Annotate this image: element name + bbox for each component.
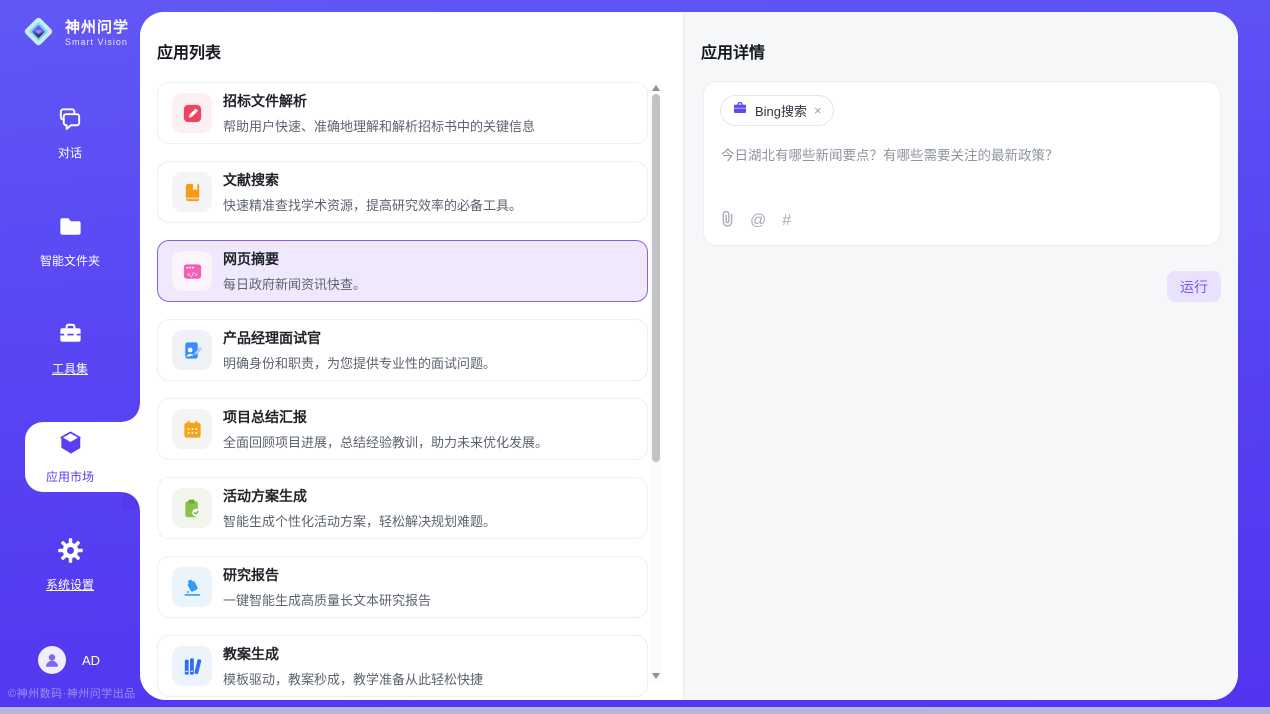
sidebar-item-toolset[interactable]: 工具集 xyxy=(0,314,140,384)
list-scrollbar[interactable] xyxy=(650,82,661,682)
app-name: 研究报告 xyxy=(223,565,431,585)
diamond-logo-icon xyxy=(20,13,57,55)
books-icon xyxy=(172,646,212,686)
bubble-curve-bottom xyxy=(122,492,140,510)
cube-icon xyxy=(57,429,84,461)
gear-icon xyxy=(57,537,84,569)
app-card-pm-interviewer[interactable]: 产品经理面试官 明确身份和职责，为您提供专业性的面试问题。 xyxy=(157,319,648,381)
main-panel: 应用列表 招标文件解析 帮助用户快速、准确地理解和解析招标书中的关键信息 xyxy=(140,12,1238,700)
hash-icon[interactable]: # xyxy=(782,212,791,230)
app-detail-title: 应用详情 xyxy=(701,39,765,63)
app-list-title: 应用列表 xyxy=(157,39,221,63)
brand-logo: 神州问学 Smart Vision xyxy=(20,13,129,55)
app-desc: 模板驱动，教案秒成，教学准备从此轻松快捷 xyxy=(223,669,483,688)
app-card-literature-search[interactable]: 文献搜索 快速精准查找学术资源，提高研究效率的必备工具。 xyxy=(157,161,648,223)
chat-icon xyxy=(57,105,84,137)
webpage-code-icon: </> xyxy=(172,251,212,291)
app-desc: 快速精准查找学术资源，提高研究效率的必备工具。 xyxy=(223,195,522,214)
sidebar: 神州问学 Smart Vision 对话 智能文件夹 xyxy=(0,0,140,707)
app-name: 教案生成 xyxy=(223,644,483,664)
scrollbar-thumb[interactable] xyxy=(652,94,660,462)
interviewer-icon xyxy=(172,330,212,370)
mention-icon[interactable]: @ xyxy=(750,212,766,230)
folder-icon xyxy=(57,213,84,245)
briefcase-icon xyxy=(732,100,748,121)
prompt-card: Bing搜索 × 今日湖北有哪些新闻要点？有哪些需要关注的最新政策？ @ # xyxy=(703,81,1221,246)
sidebar-item-label: 系统设置 xyxy=(46,576,94,593)
clipboard-check-icon xyxy=(172,488,212,528)
prompt-input[interactable]: 今日湖北有哪些新闻要点？有哪些需要关注的最新政策？ xyxy=(721,144,1204,164)
app-name: 招标文件解析 xyxy=(223,91,535,111)
app-card-bid-analysis[interactable]: 招标文件解析 帮助用户快速、准确地理解和解析招标书中的关键信息 xyxy=(157,82,648,144)
sidebar-item-label: 智能文件夹 xyxy=(40,252,100,269)
app-list: 招标文件解析 帮助用户快速、准确地理解和解析招标书中的关键信息 文献搜索 快速精… xyxy=(157,82,648,700)
sidebar-item-label: 应用市场 xyxy=(46,468,94,485)
app-card-research-report[interactable]: 研究报告 一键智能生成高质量长文本研究报告 xyxy=(157,556,648,618)
app-desc: 智能生成个性化活动方案，轻松解决规划难题。 xyxy=(223,511,496,530)
window-bottom-edge xyxy=(0,707,1270,714)
app-desc: 一键智能生成高质量长文本研究报告 xyxy=(223,590,431,609)
user-initials: AD xyxy=(82,653,100,668)
scroll-down-icon[interactable] xyxy=(652,673,660,679)
app-desc: 帮助用户快速、准确地理解和解析招标书中的关键信息 xyxy=(223,116,535,135)
tool-chip-bing-search[interactable]: Bing搜索 × xyxy=(720,95,834,126)
app-desc: 全面回顾项目进展，总结经验教训，助力未来优化发展。 xyxy=(223,432,548,451)
app-card-webpage-summary[interactable]: </> 网页摘要 每日政府新闻资讯快查。 xyxy=(157,240,648,302)
sidebar-item-chat[interactable]: 对话 xyxy=(0,98,140,168)
user-account[interactable]: AD xyxy=(38,646,100,674)
toolbox-icon xyxy=(57,321,84,353)
scroll-up-icon[interactable] xyxy=(652,85,660,91)
brand-title: 神州问学 xyxy=(65,20,129,37)
app-name: 活动方案生成 xyxy=(223,486,496,506)
calendar-icon xyxy=(172,409,212,449)
app-name: 文献搜索 xyxy=(223,170,522,190)
ink-bottle-icon xyxy=(172,567,212,607)
run-button[interactable]: 运行 xyxy=(1167,271,1221,302)
edit-document-icon xyxy=(172,93,212,133)
prompt-toolbar: @ # xyxy=(721,210,791,232)
app-card-project-summary[interactable]: 项目总结汇报 全面回顾项目进展，总结经验教训，助力未来优化发展。 xyxy=(157,398,648,460)
close-icon[interactable]: × xyxy=(814,104,822,117)
sidebar-item-label: 工具集 xyxy=(52,360,88,377)
app-desc: 每日政府新闻资讯快查。 xyxy=(223,274,366,293)
svg-text:</>: </> xyxy=(187,271,198,278)
app-name: 产品经理面试官 xyxy=(223,328,496,348)
app-name: 项目总结汇报 xyxy=(223,407,548,427)
app-desc: 明确身份和职责，为您提供专业性的面试问题。 xyxy=(223,353,496,372)
app-name: 网页摘要 xyxy=(223,249,366,269)
app-card-event-plan[interactable]: 活动方案生成 智能生成个性化活动方案，轻松解决规划难题。 xyxy=(157,477,648,539)
sidebar-item-app-market[interactable]: 应用市场 xyxy=(0,422,140,492)
tool-chip-label: Bing搜索 xyxy=(755,101,807,120)
copyright-footer: ©神州数码·神州问学出品 xyxy=(8,685,136,701)
app-detail-section: 应用详情 Bing搜索 × 今日湖北有哪些新闻要点？有哪些需要关注的最新政策？ xyxy=(683,12,1238,700)
app-card-lesson-plan[interactable]: 教案生成 模板驱动，教案秒成，教学准备从此轻松快捷 xyxy=(157,635,648,697)
brand-subtitle: Smart Vision xyxy=(65,38,129,48)
book-icon xyxy=(172,172,212,212)
bubble-curve-top xyxy=(122,404,140,422)
sidebar-item-settings[interactable]: 系统设置 xyxy=(0,530,140,600)
paperclip-icon[interactable] xyxy=(721,210,734,232)
app-list-section: 应用列表 招标文件解析 帮助用户快速、准确地理解和解析招标书中的关键信息 xyxy=(140,12,683,700)
sidebar-item-label: 对话 xyxy=(58,144,82,161)
avatar xyxy=(38,646,66,674)
sidebar-item-smart-folder[interactable]: 智能文件夹 xyxy=(0,206,140,276)
